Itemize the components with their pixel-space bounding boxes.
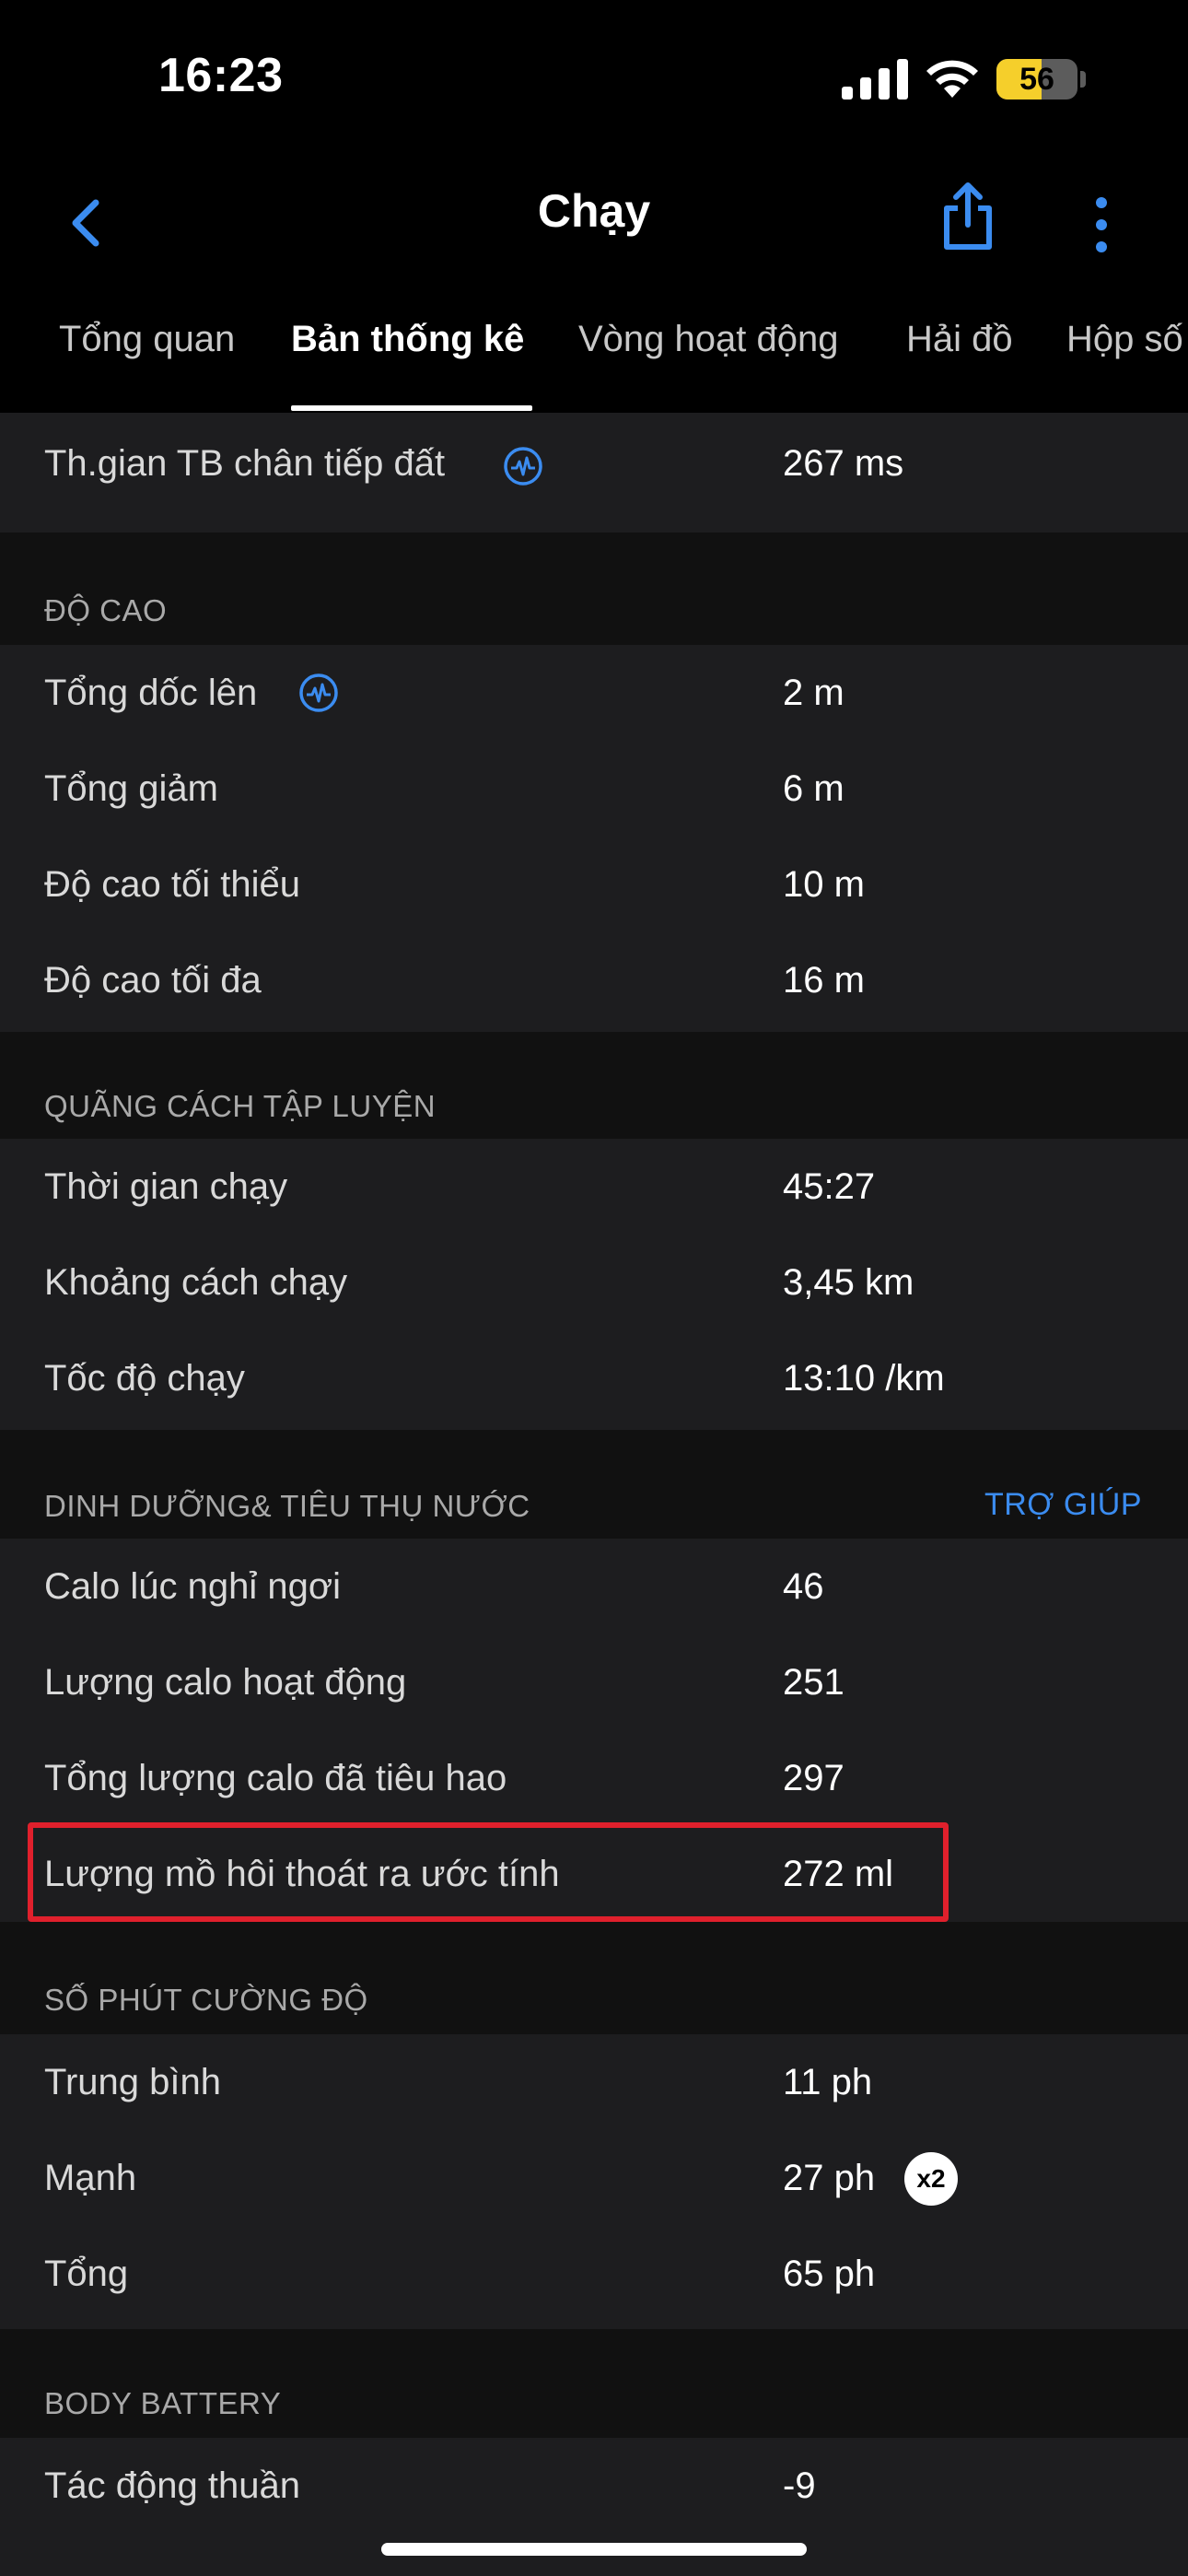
page-title: Chạy bbox=[537, 185, 651, 237]
chart-icon[interactable] bbox=[298, 673, 339, 713]
stat-row-ground-contact: Th.gian TB chân tiếp đất 267 ms bbox=[0, 413, 1188, 533]
share-icon[interactable] bbox=[938, 173, 998, 265]
stat-row: Thời gian chạy 45:27 bbox=[0, 1139, 1188, 1235]
stat-label: Tốc độ chạy bbox=[44, 1358, 245, 1399]
section-header-nutrition: DINH DƯỠNG& TIÊU THỤ NƯỚC bbox=[44, 1489, 530, 1523]
battery-level: 56 bbox=[1019, 62, 1054, 97]
stat-label: Độ cao tối thiểu bbox=[44, 864, 300, 905]
tab-statistics[interactable]: Bản thống kê bbox=[291, 319, 524, 360]
multiplier-badge: x2 bbox=[904, 2152, 958, 2206]
section-header-elevation: ĐỘ CAO bbox=[44, 593, 168, 627]
stat-row: Khoảng cách chạy 3,45 km bbox=[0, 1235, 1188, 1330]
section-header-body-battery: BODY BATTERY bbox=[44, 2386, 282, 2420]
stat-label: Mạnh bbox=[44, 2158, 137, 2198]
status-time: 16:23 bbox=[158, 49, 284, 102]
tab-laps[interactable]: Vòng hoạt động bbox=[578, 319, 838, 360]
nav-bar: Chạy bbox=[0, 157, 1188, 295]
stat-value: 297 bbox=[783, 1758, 844, 1798]
stat-value: 10 m bbox=[783, 864, 865, 905]
stat-row: Mạnh 27 ph x2 bbox=[0, 2130, 1188, 2226]
stat-value: 13:10 /km bbox=[783, 1358, 945, 1399]
stat-label: Tổng giảm bbox=[44, 768, 218, 809]
stat-row: Độ cao tối đa 16 m bbox=[0, 932, 1188, 1032]
tab-map[interactable]: Hải đồ bbox=[906, 319, 1013, 360]
stat-value: 251 bbox=[783, 1662, 844, 1703]
battery-icon: 56 bbox=[996, 59, 1077, 100]
tab-bar: Tổng quan Bản thống kê Vòng hoạt động Hả… bbox=[0, 295, 1188, 413]
stat-label: Thời gian chạy bbox=[44, 1166, 288, 1207]
stat-value: 6 m bbox=[783, 768, 844, 809]
wifi-icon bbox=[926, 60, 978, 98]
stat-label: Tổng bbox=[44, 2254, 129, 2294]
stat-row: Tổng dốc lên 2 m bbox=[0, 645, 1188, 741]
stat-label: Tổng lượng calo đã tiêu hao bbox=[44, 1758, 507, 1798]
stat-label: Khoảng cách chạy bbox=[44, 1262, 348, 1303]
stat-value: 45:27 bbox=[783, 1166, 876, 1207]
tab-gears[interactable]: Hộp số bbox=[1066, 319, 1183, 360]
stat-row: Độ cao tối thiểu 10 m bbox=[0, 837, 1188, 932]
stat-value: 46 bbox=[783, 1566, 824, 1607]
section-header-intensity: SỐ PHÚT CƯỜNG ĐỘ bbox=[44, 1983, 368, 2017]
stat-label: Tổng dốc lên bbox=[44, 673, 258, 713]
stat-label: Tác động thuần bbox=[44, 2465, 300, 2506]
stat-row: Lượng calo hoạt động 251 bbox=[0, 1634, 1188, 1730]
battery-cap bbox=[1080, 71, 1086, 88]
active-tab-indicator bbox=[291, 405, 532, 411]
stat-row: Calo lúc nghỉ ngơi 46 bbox=[0, 1539, 1188, 1634]
cellular-signal-icon bbox=[842, 59, 908, 100]
stat-row: Tổng lượng calo đã tiêu hao 297 bbox=[0, 1730, 1188, 1826]
stat-value: 3,45 km bbox=[783, 1262, 914, 1303]
stat-row: Trung bình 11 ph bbox=[0, 2034, 1188, 2130]
status-bar: 16:23 56 bbox=[0, 0, 1188, 157]
stat-row: Tổng 65 ph bbox=[0, 2226, 1188, 2329]
stats-list[interactable]: Th.gian TB chân tiếp đất 267 ms ĐỘ CAO T… bbox=[0, 413, 1188, 2576]
stat-label: Lượng calo hoạt động bbox=[44, 1662, 407, 1703]
stat-row: Tổng giảm 6 m bbox=[0, 741, 1188, 837]
highlight-box bbox=[28, 1822, 949, 1922]
stat-value: 2 m bbox=[783, 673, 844, 713]
more-vertical-icon[interactable] bbox=[1083, 182, 1120, 265]
stat-value: 11 ph bbox=[783, 2062, 873, 2102]
stat-label: Calo lúc nghỉ ngơi bbox=[44, 1566, 341, 1607]
tab-overview[interactable]: Tổng quan bbox=[59, 319, 235, 360]
stat-label: Th.gian TB chân tiếp đất bbox=[44, 443, 446, 484]
stat-row: Tốc độ chạy 13:10 /km bbox=[0, 1330, 1188, 1430]
section-header-intervals: QUÃNG CÁCH TẬP LUYỆN bbox=[44, 1089, 437, 1123]
stat-label: Độ cao tối đa bbox=[44, 960, 262, 1001]
stat-value: 27 ph bbox=[783, 2158, 876, 2198]
stat-value: 65 ph bbox=[783, 2254, 876, 2294]
stat-value: 267 ms bbox=[783, 443, 904, 484]
chart-icon[interactable] bbox=[503, 446, 543, 486]
stat-value: -9 bbox=[783, 2465, 816, 2506]
stat-label: Trung bình bbox=[44, 2062, 221, 2102]
help-link[interactable]: TRỢ GIÚP bbox=[984, 1487, 1142, 1523]
home-indicator[interactable] bbox=[381, 2543, 807, 2556]
stat-value: 16 m bbox=[783, 960, 865, 1001]
